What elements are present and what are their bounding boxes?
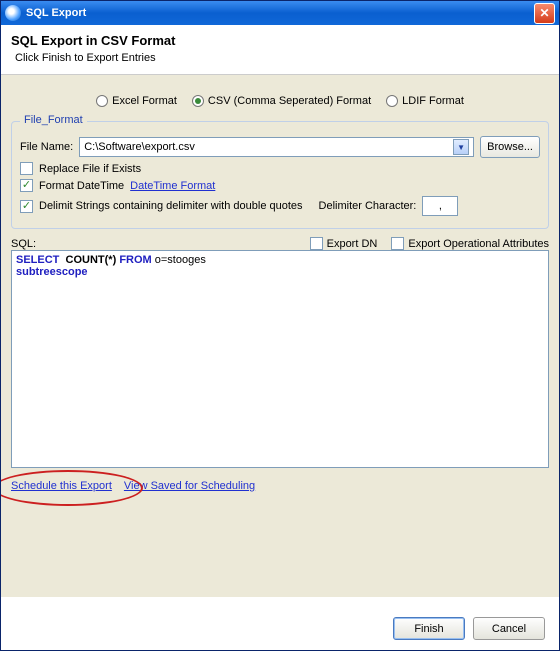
banner-title: SQL Export in CSV Format	[11, 33, 549, 48]
radio-ldif[interactable]: LDIF Format	[386, 95, 464, 107]
banner: SQL Export in CSV Format Click Finish to…	[1, 25, 559, 75]
radio-label: LDIF Format	[402, 95, 464, 107]
export-op-checkbox[interactable]	[391, 237, 404, 250]
app-icon	[5, 5, 21, 21]
replace-checkbox[interactable]	[20, 162, 33, 175]
file-name-input[interactable]: C:\Software\export.csv ▼	[79, 137, 474, 157]
export-dn-label: Export DN	[327, 238, 378, 250]
radio-label: Excel Format	[112, 95, 177, 107]
sql-label: SQL:	[11, 238, 36, 250]
view-saved-link[interactable]: View Saved for Scheduling	[124, 480, 255, 492]
file-format-group: File_Format File Name: C:\Software\expor…	[11, 121, 549, 229]
radio-csv[interactable]: CSV (Comma Seperated) Format	[192, 95, 371, 107]
delim-char-label: Delimiter Character:	[319, 200, 417, 212]
file-name-value: C:\Software\export.csv	[84, 141, 195, 153]
delimit-checkbox[interactable]: ✓	[20, 200, 33, 213]
export-dn-checkbox[interactable]	[310, 237, 323, 250]
radio-icon	[192, 95, 204, 107]
sql-header-row: SQL: Export DN Export Operational Attrib…	[11, 237, 549, 250]
window-title: SQL Export	[26, 7, 534, 19]
sql-textarea[interactable]: SELECT COUNT(*) FROM o=stooges subtreesc…	[11, 250, 549, 468]
radio-excel[interactable]: Excel Format	[96, 95, 177, 107]
delimit-label: Delimit Strings containing delimiter wit…	[39, 200, 303, 212]
sql-line-2: subtreescope	[16, 266, 544, 278]
file-name-label: File Name:	[20, 141, 73, 153]
button-bar: Finish Cancel	[393, 617, 545, 640]
group-legend: File_Format	[20, 114, 87, 126]
sql-line-1: SELECT COUNT(*) FROM o=stooges	[16, 254, 544, 266]
format-radio-group: Excel Format CSV (Comma Seperated) Forma…	[11, 85, 549, 121]
browse-label: Browse...	[487, 141, 533, 153]
cancel-label: Cancel	[492, 623, 526, 635]
replace-label: Replace File if Exists	[39, 163, 141, 175]
format-dt-checkbox[interactable]: ✓	[20, 179, 33, 192]
export-op-label: Export Operational Attributes	[408, 238, 549, 250]
delimit-row: ✓ Delimit Strings containing delimiter w…	[20, 196, 540, 216]
schedule-links-row: Schedule this Export View Saved for Sche…	[11, 480, 549, 492]
title-bar[interactable]: SQL Export ✕	[1, 1, 559, 25]
chevron-down-icon[interactable]: ▼	[453, 139, 469, 155]
browse-button[interactable]: Browse...	[480, 136, 540, 158]
file-name-row: File Name: C:\Software\export.csv ▼ Brow…	[20, 136, 540, 158]
radio-icon	[386, 95, 398, 107]
format-dt-row: ✓ Format DateTime DateTime Format	[20, 179, 540, 192]
banner-subtitle: Click Finish to Export Entries	[15, 52, 549, 64]
close-icon[interactable]: ✕	[534, 3, 555, 24]
schedule-export-link[interactable]: Schedule this Export	[11, 480, 112, 492]
content-area: Excel Format CSV (Comma Seperated) Forma…	[1, 75, 559, 597]
delimiter-input[interactable]	[422, 196, 458, 216]
replace-row: Replace File if Exists	[20, 162, 540, 175]
radio-icon	[96, 95, 108, 107]
finish-button[interactable]: Finish	[393, 617, 465, 640]
radio-label: CSV (Comma Seperated) Format	[208, 95, 371, 107]
cancel-button[interactable]: Cancel	[473, 617, 545, 640]
finish-label: Finish	[414, 623, 443, 635]
dialog-window: SQL Export ✕ SQL Export in CSV Format Cl…	[0, 0, 560, 651]
format-dt-label: Format DateTime	[39, 180, 124, 192]
datetime-format-link[interactable]: DateTime Format	[130, 180, 215, 192]
